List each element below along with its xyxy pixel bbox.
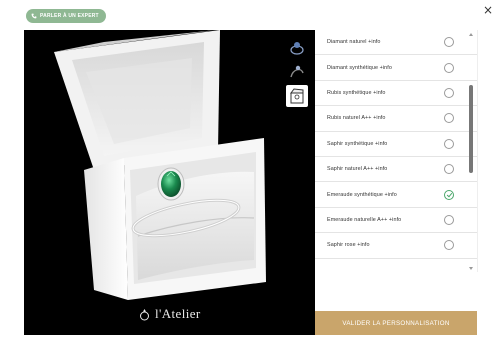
radio-icon[interactable] xyxy=(444,87,454,98)
phone-icon xyxy=(31,13,37,19)
radio-checked-icon[interactable] xyxy=(444,189,454,200)
gemstone-option[interactable]: Rubis synthétique +info xyxy=(315,81,477,107)
view-selector xyxy=(286,37,310,107)
gemstone-option[interactable]: Diamant naturel +info xyxy=(315,30,477,56)
scroll-thumb[interactable] xyxy=(469,85,473,173)
radio-icon[interactable] xyxy=(444,138,454,149)
gemstone-option-label: Diamant naturel +info xyxy=(327,39,381,46)
ring-box-view-button[interactable] xyxy=(286,85,308,107)
gemstone-option-label: Diamant synthétique +info xyxy=(327,64,392,71)
radio-icon[interactable] xyxy=(444,113,454,124)
radio-icon[interactable] xyxy=(444,164,454,175)
scroll-down-arrow-icon[interactable] xyxy=(469,267,473,270)
ring-side-view-button[interactable] xyxy=(286,61,308,83)
ring-box-icon xyxy=(290,88,304,104)
gemstone-option-label: Rubis synthétique +info xyxy=(327,89,386,96)
gemstone-option-label: Rubis naturel A++ +info xyxy=(327,115,386,122)
radio-icon[interactable] xyxy=(444,37,454,48)
ring-3d-view-button[interactable] xyxy=(286,37,308,59)
gemstone-option[interactable]: Saphir naturel A++ +info xyxy=(315,157,477,183)
radio-icon[interactable] xyxy=(444,214,454,225)
options-scrollbar[interactable] xyxy=(467,30,475,272)
radio-icon[interactable] xyxy=(444,62,454,73)
gemstone-option-label: Saphir rose +info xyxy=(327,242,370,249)
ring-logo-icon xyxy=(140,308,149,320)
ring-3d-viewer[interactable]: l'Atelier xyxy=(24,30,315,335)
gemstone-option-label: Emeraude synthétique +info xyxy=(327,191,397,198)
ring-side-view-icon xyxy=(290,65,304,78)
gemstone-option-label: Emeraude naturelle A++ +info xyxy=(327,216,402,223)
brand-name: l'Atelier xyxy=(155,306,201,321)
gemstone-option[interactable]: Emeraude naturelle A++ +info xyxy=(315,208,477,234)
talk-to-expert-label: PARLER À UN EXPERT xyxy=(40,13,99,19)
customization-modal: PARLER À UN EXPERT × l'Atelier Diamant n… xyxy=(0,0,500,346)
gemstone-option-label: Saphir naturel A++ +info xyxy=(327,166,388,173)
gemstone-option[interactable]: Saphir rose +info xyxy=(315,233,477,259)
gemstone-option[interactable]: Saphir synthétique +info xyxy=(315,132,477,157)
gemstone-option[interactable]: Emeraude synthétique +info xyxy=(315,182,477,208)
gemstone-option-label: Saphir synthétique +info xyxy=(327,140,388,147)
ring-box-image xyxy=(54,30,266,300)
validate-customization-button[interactable]: VALIDER LA PERSONNALISATION xyxy=(315,311,477,335)
gemstone-option[interactable]: Diamant synthétique +info xyxy=(315,55,477,81)
radio-icon[interactable] xyxy=(444,240,454,251)
talk-to-expert-button[interactable]: PARLER À UN EXPERT xyxy=(26,9,106,23)
gemstone-option[interactable]: Rubis naturel A++ +info xyxy=(315,106,477,132)
ring-top-view-icon xyxy=(290,42,304,55)
gemstone-options-list: Diamant naturel +info Diamant synthétique… xyxy=(315,30,478,272)
scroll-up-arrow-icon[interactable] xyxy=(469,33,473,36)
close-icon[interactable]: × xyxy=(482,4,494,16)
brand-logo: l'Atelier xyxy=(139,306,201,322)
